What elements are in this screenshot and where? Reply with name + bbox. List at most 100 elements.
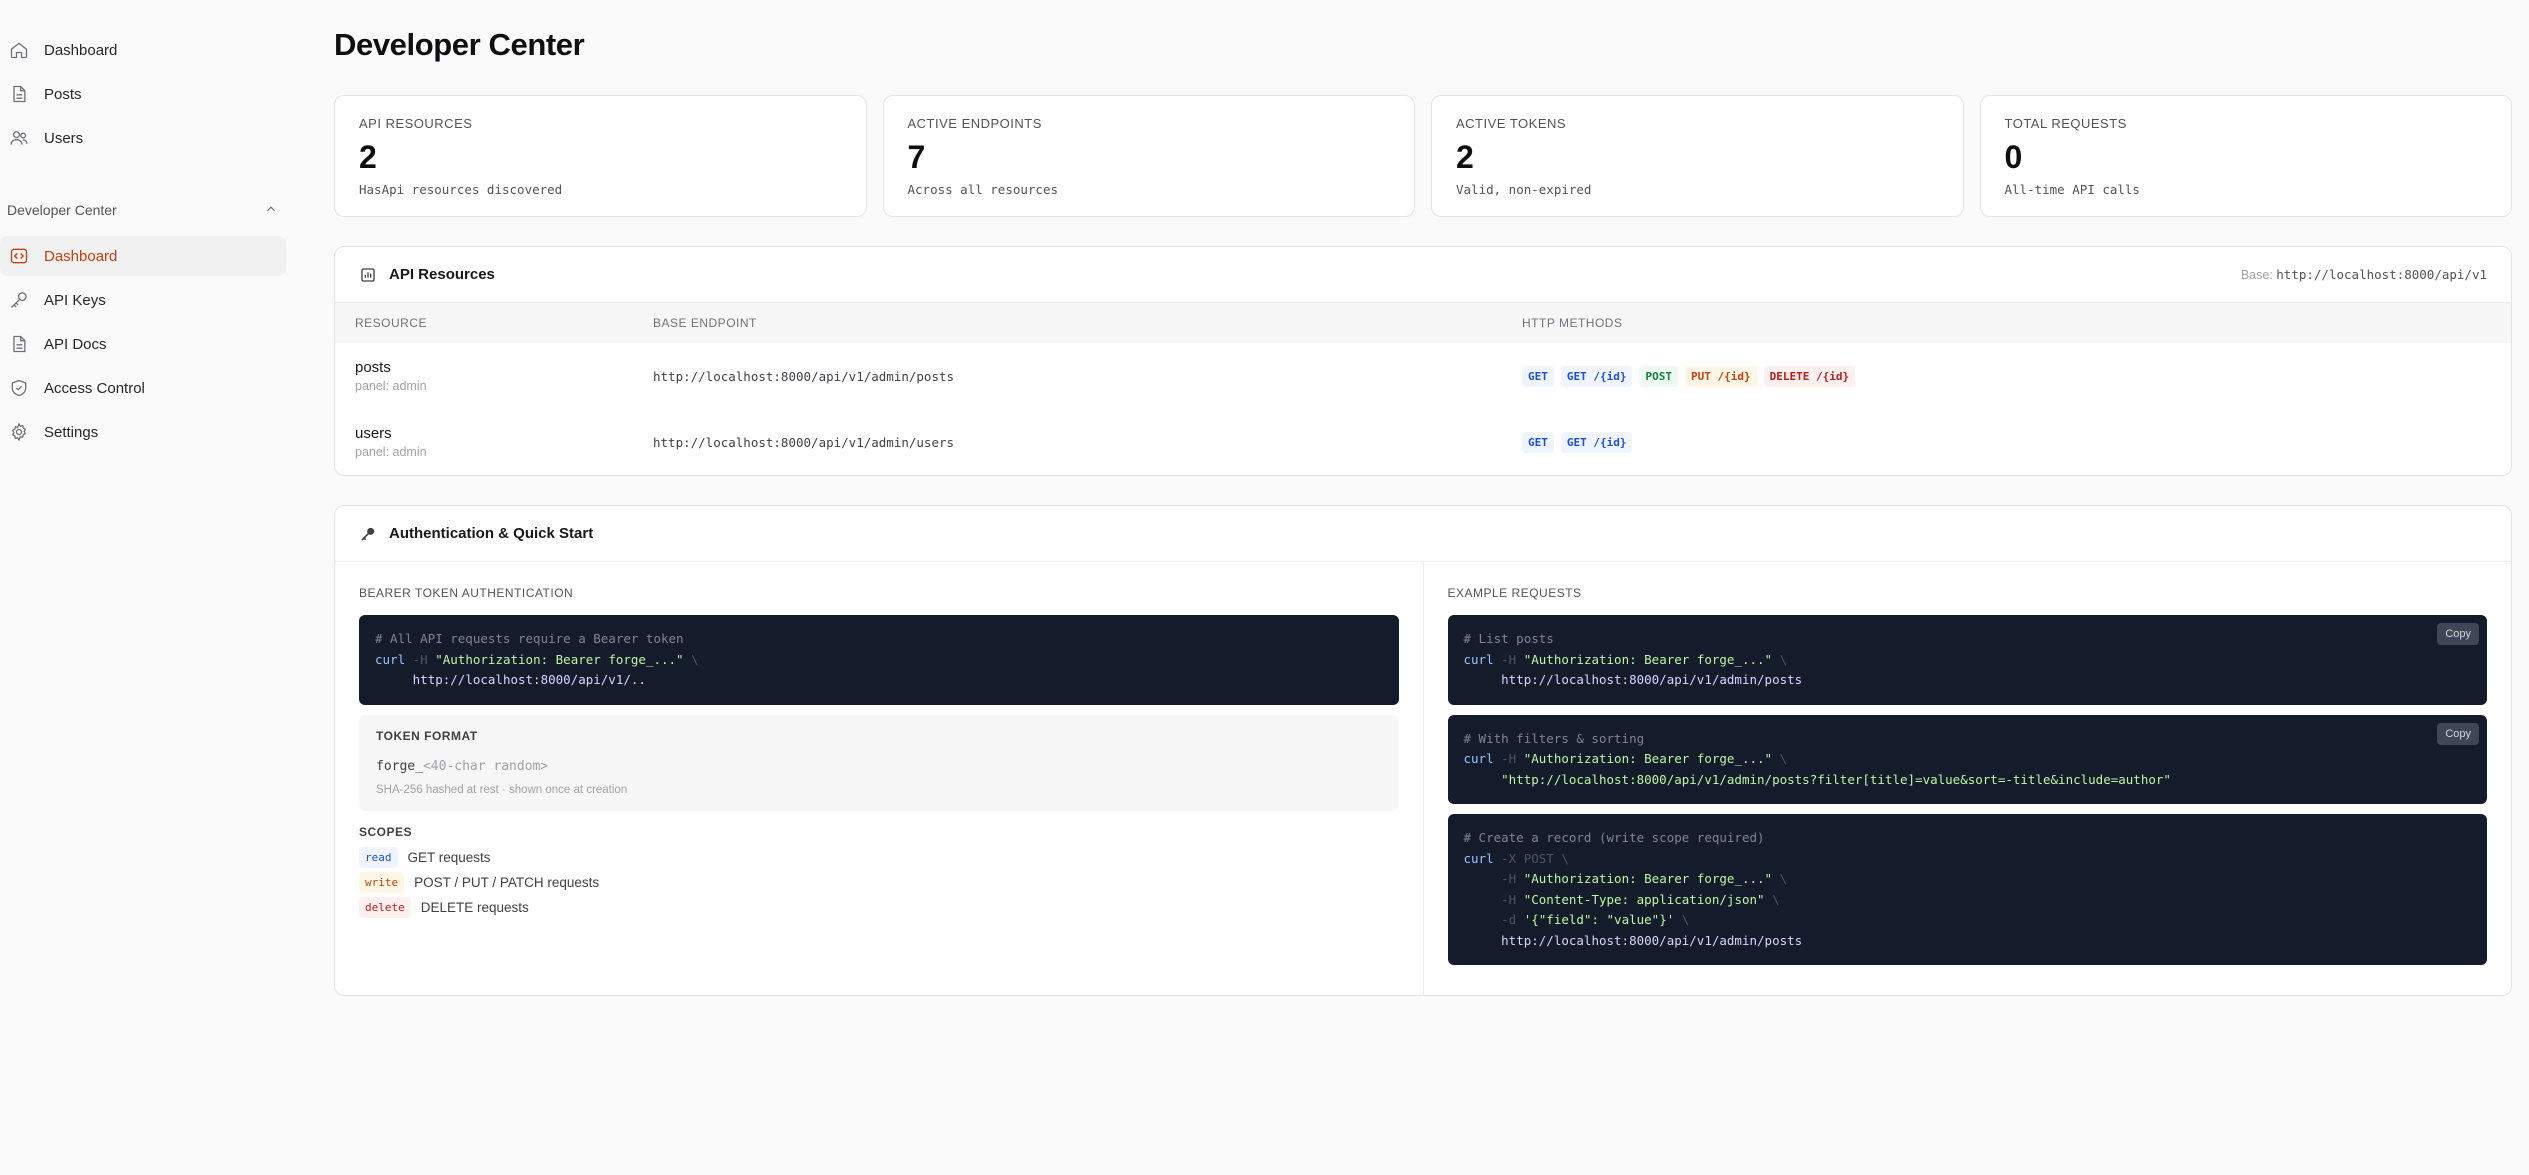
stat-subtitle: All-time API calls (2004, 182, 2140, 197)
main-content: Developer Center API RESOURCES 2 HasApi … (334, 0, 2512, 996)
stat-card-total-requests: TOTAL REQUESTS 0 All-time API calls (1979, 95, 2512, 217)
shield-icon (8, 377, 30, 399)
table-row: users panel: admin http://localhost:8000… (335, 409, 2511, 475)
column-header: RESOURCE (335, 303, 633, 343)
sidebar-item-api-keys[interactable]: API Keys (0, 280, 286, 320)
stats-row: API RESOURCES 2 HasApi resources discove… (334, 95, 2512, 217)
copy-button[interactable]: Copy (2437, 623, 2479, 645)
sidebar-item-label: Dashboard (44, 247, 118, 265)
stat-subtitle: Across all resources (907, 182, 1059, 197)
token-format-title: TOKEN FORMAT (376, 728, 478, 743)
key-icon (359, 525, 377, 543)
sidebar-group-developer-center[interactable]: Developer Center (0, 194, 286, 226)
stat-card-active-tokens: ACTIVE TOKENS 2 Valid, non-expired (1431, 95, 1964, 217)
sidebar-item-label: API Keys (44, 291, 106, 309)
card-title: API Resources (359, 266, 495, 284)
stat-label: ACTIVE ENDPOINTS (907, 116, 1042, 131)
scope-row: write POST / PUT / PATCH requests (359, 870, 1399, 895)
home-icon (8, 39, 30, 61)
section-label: BEARER TOKEN AUTHENTICATION (359, 586, 574, 600)
copy-button[interactable]: Copy (2437, 722, 2479, 745)
method-badge: GET (1522, 365, 1554, 387)
sidebar-item-access-control[interactable]: Access Control (0, 368, 286, 408)
method-badge: GET (1522, 431, 1554, 453)
resource-endpoint: http://localhost:8000/api/v1/admin/users (653, 434, 955, 450)
bearer-code-block: # All API requests require a Bearer toke… (359, 615, 1399, 705)
resource-name: posts (355, 359, 391, 376)
column-header: HTTP METHODS (1502, 303, 2511, 343)
card-header: API Resources Base: http://localhost:800… (335, 247, 2511, 303)
scopes-title: SCOPES (359, 824, 413, 839)
document-icon (8, 333, 30, 355)
example-requests-column: EXAMPLE REQUESTS Copy # List posts curl -… (1424, 562, 2512, 995)
token-format-value: forge_<40-char random> (376, 758, 549, 774)
sidebar-item-label: Posts (44, 85, 82, 103)
scope-row: delete DELETE requests (359, 895, 1399, 920)
method-badge: PUT /{id} (1684, 365, 1757, 387)
users-icon (8, 127, 30, 149)
stat-subtitle: HasApi resources discovered (359, 182, 563, 197)
stat-card-active-endpoints: ACTIVE ENDPOINTS 7 Across all resources (882, 95, 1415, 217)
scope-badge: read (359, 846, 398, 868)
scope-description: POST / PUT / PATCH requests (414, 874, 600, 890)
example-code-block: Copy # List posts curl -H "Authorization:… (1447, 615, 2487, 705)
sidebar: Dashboard Posts Users Developer Center D… (0, 0, 300, 1175)
scope-badge: write (359, 871, 405, 893)
method-badge: GET /{id} (1560, 431, 1633, 453)
resource-panel: panel: admin (355, 379, 427, 393)
card-title-text: API Resources (389, 266, 495, 283)
stat-value: 2 (1456, 139, 1474, 175)
document-icon (8, 83, 30, 105)
sidebar-item-api-docs[interactable]: API Docs (0, 324, 286, 364)
auth-quickstart-card: Authentication & Quick Start BEARER TOKE… (334, 505, 2512, 996)
key-icon (8, 289, 30, 311)
stat-label: TOTAL REQUESTS (2004, 116, 2127, 131)
stat-label: ACTIVE TOKENS (1456, 116, 1567, 131)
token-format-note: SHA-256 hashed at rest · shown once at c… (376, 783, 628, 796)
scope-description: GET requests (407, 849, 491, 865)
scope-description: DELETE requests (420, 899, 529, 915)
chevron-up-icon[interactable] (264, 202, 278, 219)
stat-value: 7 (907, 139, 926, 175)
api-resources-card: API Resources Base: http://localhost:800… (334, 246, 2512, 476)
resource-panel: panel: admin (355, 445, 427, 459)
stat-value: 2 (359, 139, 377, 175)
sidebar-item-settings[interactable]: Settings (0, 412, 286, 452)
token-format-box: TOKEN FORMAT forge_<40-char random> SHA-… (359, 714, 1399, 811)
resources-table: RESOURCE BASE ENDPOINT HTTP METHODS post… (335, 303, 2511, 475)
card-title-text: Authentication & Quick Start (389, 525, 594, 542)
card-header: Authentication & Quick Start (335, 506, 2511, 562)
sidebar-item-dashboard[interactable]: Dashboard (0, 30, 286, 70)
example-code-block: Copy # With filters & sorting curl -H "Au… (1447, 714, 2487, 804)
scope-badge: delete (359, 896, 411, 918)
sidebar-item-label: API Docs (44, 335, 107, 353)
resource-endpoint: http://localhost:8000/api/v1/admin/posts (653, 368, 955, 384)
section-label: EXAMPLE REQUESTS (1447, 586, 1582, 600)
table-row: posts panel: admin http://localhost:8000… (335, 343, 2511, 409)
sidebar-item-label: Access Control (44, 379, 145, 397)
base-url-value: http://localhost:8000/api/v1 (2276, 267, 2487, 282)
sidebar-item-label: Users (44, 129, 84, 147)
stat-value: 0 (2004, 139, 2023, 175)
chart-icon (359, 266, 377, 284)
resource-name: users (355, 425, 392, 442)
column-header: BASE ENDPOINT (633, 303, 1502, 343)
page-title: Developer Center (334, 27, 585, 62)
method-badge: GET /{id} (1560, 365, 1633, 387)
base-url: Base: http://localhost:8000/api/v1 (2241, 267, 2487, 282)
method-badge: DELETE /{id} (1763, 365, 1856, 387)
example-code-block: # Create a record (write scope required)… (1447, 814, 2487, 965)
sidebar-item-users[interactable]: Users (0, 118, 286, 158)
card-title: Authentication & Quick Start (359, 525, 593, 543)
gear-icon (8, 421, 30, 443)
base-url-label: Base: (2240, 268, 2273, 282)
sidebar-item-dev-dashboard[interactable]: Dashboard (0, 236, 286, 276)
bearer-auth-column: BEARER TOKEN AUTHENTICATION # All API re… (335, 562, 1424, 995)
code-icon (8, 245, 30, 267)
method-badge: POST (1639, 365, 1678, 387)
stat-card-api-resources: API RESOURCES 2 HasApi resources discove… (334, 95, 867, 217)
sidebar-item-posts[interactable]: Posts (0, 74, 286, 114)
stat-label: API RESOURCES (359, 116, 473, 131)
stat-subtitle: Valid, non-expired (1456, 182, 1592, 197)
sidebar-item-label: Dashboard (44, 41, 118, 59)
